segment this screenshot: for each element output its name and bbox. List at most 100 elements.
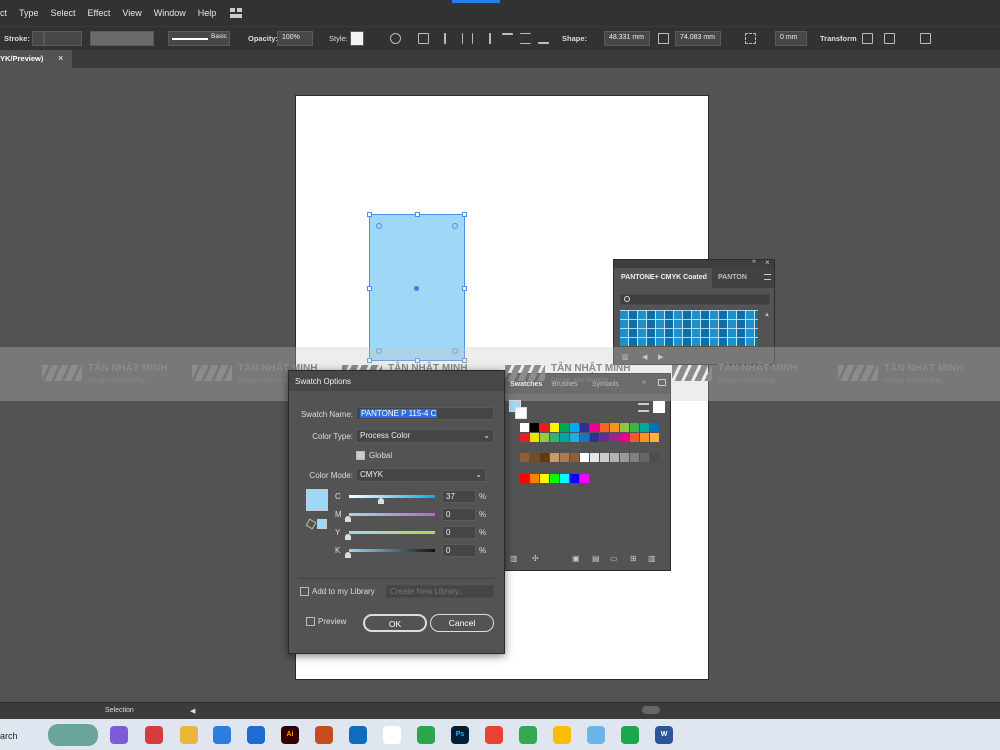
new-color-group-icon[interactable]: ▤ — [592, 554, 600, 563]
swatch[interactable] — [650, 433, 659, 442]
swatch[interactable] — [600, 433, 609, 442]
workspace-switcher-icon[interactable] — [230, 8, 243, 18]
cyan-slider-thumb[interactable] — [378, 498, 384, 504]
swatch[interactable] — [570, 423, 579, 432]
swatch[interactable] — [650, 453, 659, 462]
menu-item-window[interactable]: Window — [148, 8, 192, 18]
swatch[interactable] — [560, 453, 569, 462]
color-type-dropdown[interactable]: Process Color ⌄ — [356, 429, 494, 443]
stroke-stepper[interactable] — [32, 31, 44, 46]
swatch[interactable] — [530, 453, 539, 462]
swatch[interactable] — [630, 433, 639, 442]
menu-item-help[interactable]: Help — [192, 8, 223, 18]
resize-handle-w[interactable] — [367, 286, 372, 291]
close-icon[interactable]: × — [765, 258, 770, 267]
swatch[interactable] — [600, 423, 609, 432]
swatch[interactable] — [580, 474, 589, 483]
swatch-options-icon[interactable]: ▣ — [572, 554, 580, 563]
swatch[interactable] — [580, 433, 589, 442]
swatch[interactable] — [550, 474, 559, 483]
chrome-icon[interactable] — [417, 726, 435, 744]
brush-definition-dropdown[interactable]: Basic — [168, 31, 230, 46]
winrar-icon[interactable] — [315, 726, 333, 744]
swatch[interactable] — [570, 433, 579, 442]
tab-pantone-cmyk-coated[interactable]: PANTONE+ CMYK Coated — [614, 268, 712, 288]
yellow-value-field[interactable]: 0 — [442, 526, 476, 539]
align-to-icon[interactable] — [418, 33, 429, 44]
swatch[interactable] — [640, 423, 649, 432]
swatch[interactable] — [570, 474, 579, 483]
swatch[interactable] — [590, 433, 599, 442]
app-icon[interactable] — [587, 726, 605, 744]
in-gamut-swatch[interactable] — [317, 519, 327, 529]
resize-handle-nw[interactable] — [367, 212, 372, 217]
align-top-icon[interactable] — [502, 33, 513, 44]
collapse-icon[interactable]: « — [752, 258, 756, 265]
swatch[interactable] — [580, 423, 589, 432]
show-kinds-icon[interactable]: ✣ — [532, 554, 539, 563]
width-field[interactable]: 48.331 mm — [604, 31, 650, 46]
global-checkbox[interactable] — [356, 451, 365, 460]
black-slider-thumb[interactable] — [345, 552, 351, 558]
swatch[interactable] — [520, 433, 529, 442]
align-left-icon[interactable] — [444, 33, 455, 44]
stroke-weight-field[interactable] — [44, 31, 82, 46]
dialog-title[interactable]: Swatch Options — [289, 371, 504, 391]
magenta-slider-thumb[interactable] — [345, 516, 351, 522]
yellow-slider-thumb[interactable] — [345, 534, 351, 540]
swatch[interactable] — [610, 433, 619, 442]
delete-icon[interactable]: ▥ — [648, 554, 656, 563]
store-icon[interactable] — [247, 726, 265, 744]
menu-item-type[interactable]: Type — [13, 8, 45, 18]
word-icon[interactable]: W — [655, 726, 673, 744]
swatch[interactable] — [530, 474, 539, 483]
menu-icon[interactable] — [764, 274, 771, 280]
yellow-slider[interactable] — [349, 531, 435, 534]
swatch[interactable] — [550, 433, 559, 442]
document-tab[interactable]: YK/Preview) × — [0, 50, 72, 68]
photoshop-icon[interactable]: Ps — [451, 726, 469, 744]
menu-item-view[interactable]: View — [116, 8, 147, 18]
swatch[interactable] — [580, 453, 589, 462]
menu-item-object[interactable]: ct — [0, 8, 13, 18]
link-dimensions-icon[interactable] — [658, 33, 669, 44]
swatch-name-field[interactable]: PANTONE P 115-4 C — [356, 407, 494, 420]
height-field[interactable]: 74.083 mm — [675, 31, 721, 46]
library-menu-icon[interactable]: ▥ — [510, 554, 518, 563]
style-swatch[interactable] — [350, 31, 364, 46]
swatch[interactable] — [600, 453, 609, 462]
align-bottom-icon[interactable] — [538, 33, 549, 44]
swatch[interactable] — [540, 453, 549, 462]
horizontal-scrollbar-thumb[interactable] — [642, 706, 660, 714]
align-right-icon[interactable] — [480, 33, 491, 44]
chrome-icon[interactable] — [553, 726, 571, 744]
recolor-artwork-icon[interactable] — [390, 33, 401, 44]
add-to-library-checkbox[interactable] — [300, 587, 309, 596]
opacity-field[interactable]: 100% — [277, 31, 313, 46]
swatch[interactable] — [640, 433, 649, 442]
list-view-icon[interactable] — [638, 403, 649, 412]
swatch[interactable] — [560, 474, 569, 483]
swatch[interactable] — [610, 423, 619, 432]
swatch[interactable] — [520, 453, 529, 462]
scroll-left-icon[interactable]: ◀ — [190, 707, 195, 715]
variable-width-profile[interactable] — [90, 31, 154, 46]
color-mode-dropdown[interactable]: CMYK ⌄ — [356, 468, 486, 482]
swatch[interactable] — [610, 453, 619, 462]
isolate-icon[interactable] — [884, 33, 895, 44]
search-highlight-image[interactable] — [48, 724, 98, 746]
taskbar-search-text[interactable]: arch — [0, 731, 18, 741]
scroll-up-icon[interactable]: ▲ — [764, 312, 770, 318]
zalo-icon[interactable] — [383, 726, 401, 744]
align-center-icon[interactable] — [462, 33, 473, 44]
menu-item-select[interactable]: Select — [45, 8, 82, 18]
swatch[interactable] — [550, 423, 559, 432]
magenta-slider[interactable] — [349, 513, 435, 516]
cancel-button[interactable]: Cancel — [430, 614, 494, 632]
stroke-swatch-indicator[interactable] — [515, 407, 527, 419]
swatch[interactable] — [620, 433, 629, 442]
corner-widget[interactable] — [452, 223, 458, 229]
cyan-slider[interactable] — [349, 495, 435, 498]
align-middle-icon[interactable] — [520, 33, 531, 44]
swatch[interactable] — [550, 453, 559, 462]
